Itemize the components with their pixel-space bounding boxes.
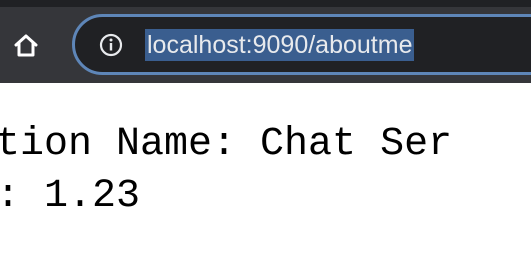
tab-strip (0, 0, 531, 7)
site-info-button[interactable] (99, 33, 123, 57)
application-name-line: ation Name: Chat Ser (0, 122, 453, 167)
page-content: ation Name: Chat Ser n: 1.23 (0, 83, 531, 279)
info-circle-icon (99, 33, 123, 57)
home-button[interactable] (10, 30, 42, 62)
browser-toolbar: localhost:9090/aboutme (0, 0, 531, 83)
url-text[interactable]: localhost:9090/aboutme (145, 29, 415, 61)
version-line: n: 1.23 (0, 174, 141, 219)
home-icon (14, 34, 38, 57)
address-bar[interactable]: localhost:9090/aboutme (72, 14, 531, 75)
